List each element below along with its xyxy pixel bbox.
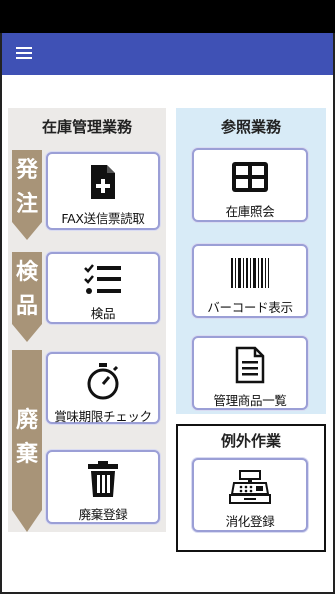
checklist-icon: [83, 262, 123, 297]
inspection-label: 検品: [90, 306, 116, 321]
managed-items-list-label: 管理商品一覧: [213, 393, 287, 408]
fax-document-add-icon: [89, 162, 117, 202]
fax-read-button[interactable]: FAX送信票読取: [46, 152, 160, 230]
consumption-register-label: 消化登録: [225, 514, 275, 529]
app-bar: [2, 33, 333, 75]
barcode-display-label: バーコード表示: [207, 300, 293, 315]
inspection-button[interactable]: 検品: [46, 252, 160, 324]
managed-items-list-button[interactable]: 管理商品一覧: [192, 336, 308, 410]
barcode-display-button[interactable]: バーコード表示: [192, 244, 308, 318]
grid-table-icon: [231, 158, 269, 195]
step-label-inspect: 検 品: [15, 260, 38, 319]
stopwatch-icon: [85, 362, 121, 400]
reference-title: 参照業務: [220, 118, 281, 136]
cash-register-icon: [228, 468, 272, 505]
inventory-title: 在庫管理業務: [41, 118, 132, 136]
status-bar: [0, 0, 335, 33]
consumption-register-button[interactable]: 消化登録: [192, 458, 308, 532]
disposal-register-button[interactable]: 廃棄登録: [46, 450, 160, 524]
hamburger-menu-icon[interactable]: [16, 45, 34, 63]
step-label-order: 発 注: [15, 158, 38, 217]
trash-icon: [86, 460, 120, 498]
step-label-dispose: 廃 棄: [15, 408, 38, 467]
fax-read-label: FAX送信票読取: [61, 211, 145, 226]
expiry-check-label: 賞味期限チェック: [54, 409, 152, 424]
barcode-icon: [230, 254, 270, 291]
stock-inquiry-label: 在庫照会: [225, 204, 275, 219]
exception-title: 例外作業: [220, 432, 281, 450]
document-list-icon: [235, 346, 265, 384]
expiry-check-button[interactable]: 賞味期限チェック: [46, 352, 160, 424]
disposal-register-label: 廃棄登録: [78, 507, 128, 522]
stock-inquiry-button[interactable]: 在庫照会: [192, 148, 308, 222]
